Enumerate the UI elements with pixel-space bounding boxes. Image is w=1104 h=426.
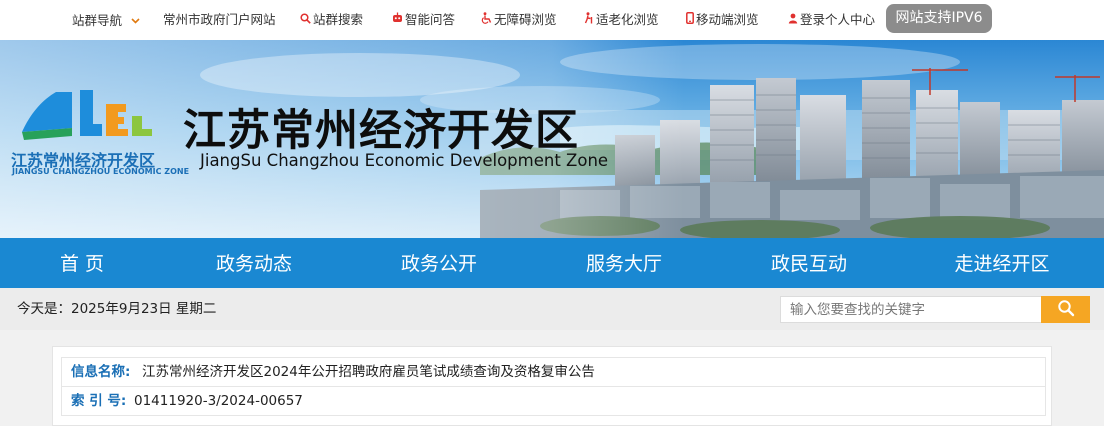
current-date: 今天是：2025年9月23日 星期二 <box>17 301 217 317</box>
smart-qa-label: 智能问答 <box>405 12 456 27</box>
top-utility-bar: 站群导航 常州市政府门户网站 站群搜索 智能问答 无障碍浏览 适老化浏览 移动端… <box>0 0 1104 40</box>
info-title-value: 江苏常州经济开发区2024年公开招聘政府雇员笔试成绩查询及资格复审公告 <box>142 364 595 380</box>
nav-item-public-interaction[interactable]: 政民互动 <box>749 238 869 288</box>
user-icon <box>788 0 798 40</box>
accessibility-link[interactable]: 无障碍浏览 <box>481 0 557 40</box>
nav-item-home[interactable]: 首 页 <box>22 238 142 288</box>
header-banner: 江苏常州经济开发区 JIANGSU CHANGZHOU ECONOMIC ZON… <box>0 40 1104 238</box>
nav-item-government-disclosure[interactable]: 政务公开 <box>379 238 499 288</box>
search-icon <box>300 0 311 40</box>
search-button[interactable] <box>1041 296 1090 323</box>
smart-qa-link[interactable]: 智能问答 <box>392 0 455 40</box>
mobile-view-label: 移动端浏览 <box>696 12 759 27</box>
accessibility-label: 无障碍浏览 <box>494 12 557 27</box>
date-search-bar: 今天是：2025年9月23日 星期二 <box>0 288 1104 330</box>
elder-icon <box>583 0 594 40</box>
nav-item-service-hall[interactable]: 服务大厅 <box>564 238 684 288</box>
info-row-title: 信息名称: 江苏常州经济开发区2024年公开招聘政府雇员笔试成绩查询及资格复审公… <box>61 357 1046 387</box>
mobile-view-link[interactable]: 移动端浏览 <box>686 0 759 40</box>
logo-english-name: JIANGSU CHANGZHOU ECONOMIC ZONE <box>12 167 190 176</box>
site-search-link[interactable]: 站群搜索 <box>300 0 363 40</box>
info-index-label: 索 引 号: <box>71 393 127 409</box>
info-title-label: 信息名称: <box>71 364 131 380</box>
search-icon <box>1057 299 1075 320</box>
login-personal-center-label: 登录个人中心 <box>800 12 876 27</box>
site-title: 江苏常州经济开发区 <box>183 106 579 156</box>
nav-item-about-zone[interactable]: 走进经开区 <box>941 238 1063 288</box>
info-index-value: 01411920-3/2024-00657 <box>134 393 303 409</box>
search-input[interactable] <box>780 296 1042 323</box>
chevron-down-icon <box>131 0 140 40</box>
ipv6-support-badge: 网站支持IPV6 <box>886 4 992 33</box>
article-info-panel: 信息名称: 江苏常州经济开发区2024年公开招聘政府雇员笔试成绩查询及资格复审公… <box>52 346 1052 426</box>
elder-mode-link[interactable]: 适老化浏览 <box>583 0 659 40</box>
wheelchair-icon <box>481 0 492 40</box>
site-search-label: 站群搜索 <box>313 12 364 27</box>
info-row-index-number: 索 引 号: 01411920-3/2024-00657 <box>61 386 1046 416</box>
mobile-icon <box>686 0 694 40</box>
site-subtitle: JiangSu Changzhou Economic Development Z… <box>200 151 609 170</box>
main-navigation: 首 页 政务动态 政务公开 服务大厅 政民互动 走进经开区 <box>0 238 1104 288</box>
site-group-nav-link[interactable]: 站群导航 <box>72 0 140 40</box>
nav-item-government-news[interactable]: 政务动态 <box>194 238 314 288</box>
robot-icon <box>392 0 403 40</box>
city-portal-label: 常州市政府门户网站 <box>163 12 276 27</box>
login-personal-center-link[interactable]: 登录个人中心 <box>788 0 875 40</box>
site-group-nav-label: 站群导航 <box>72 13 123 28</box>
elder-mode-label: 适老化浏览 <box>596 12 659 27</box>
city-portal-link[interactable]: 常州市政府门户网站 <box>163 0 276 40</box>
